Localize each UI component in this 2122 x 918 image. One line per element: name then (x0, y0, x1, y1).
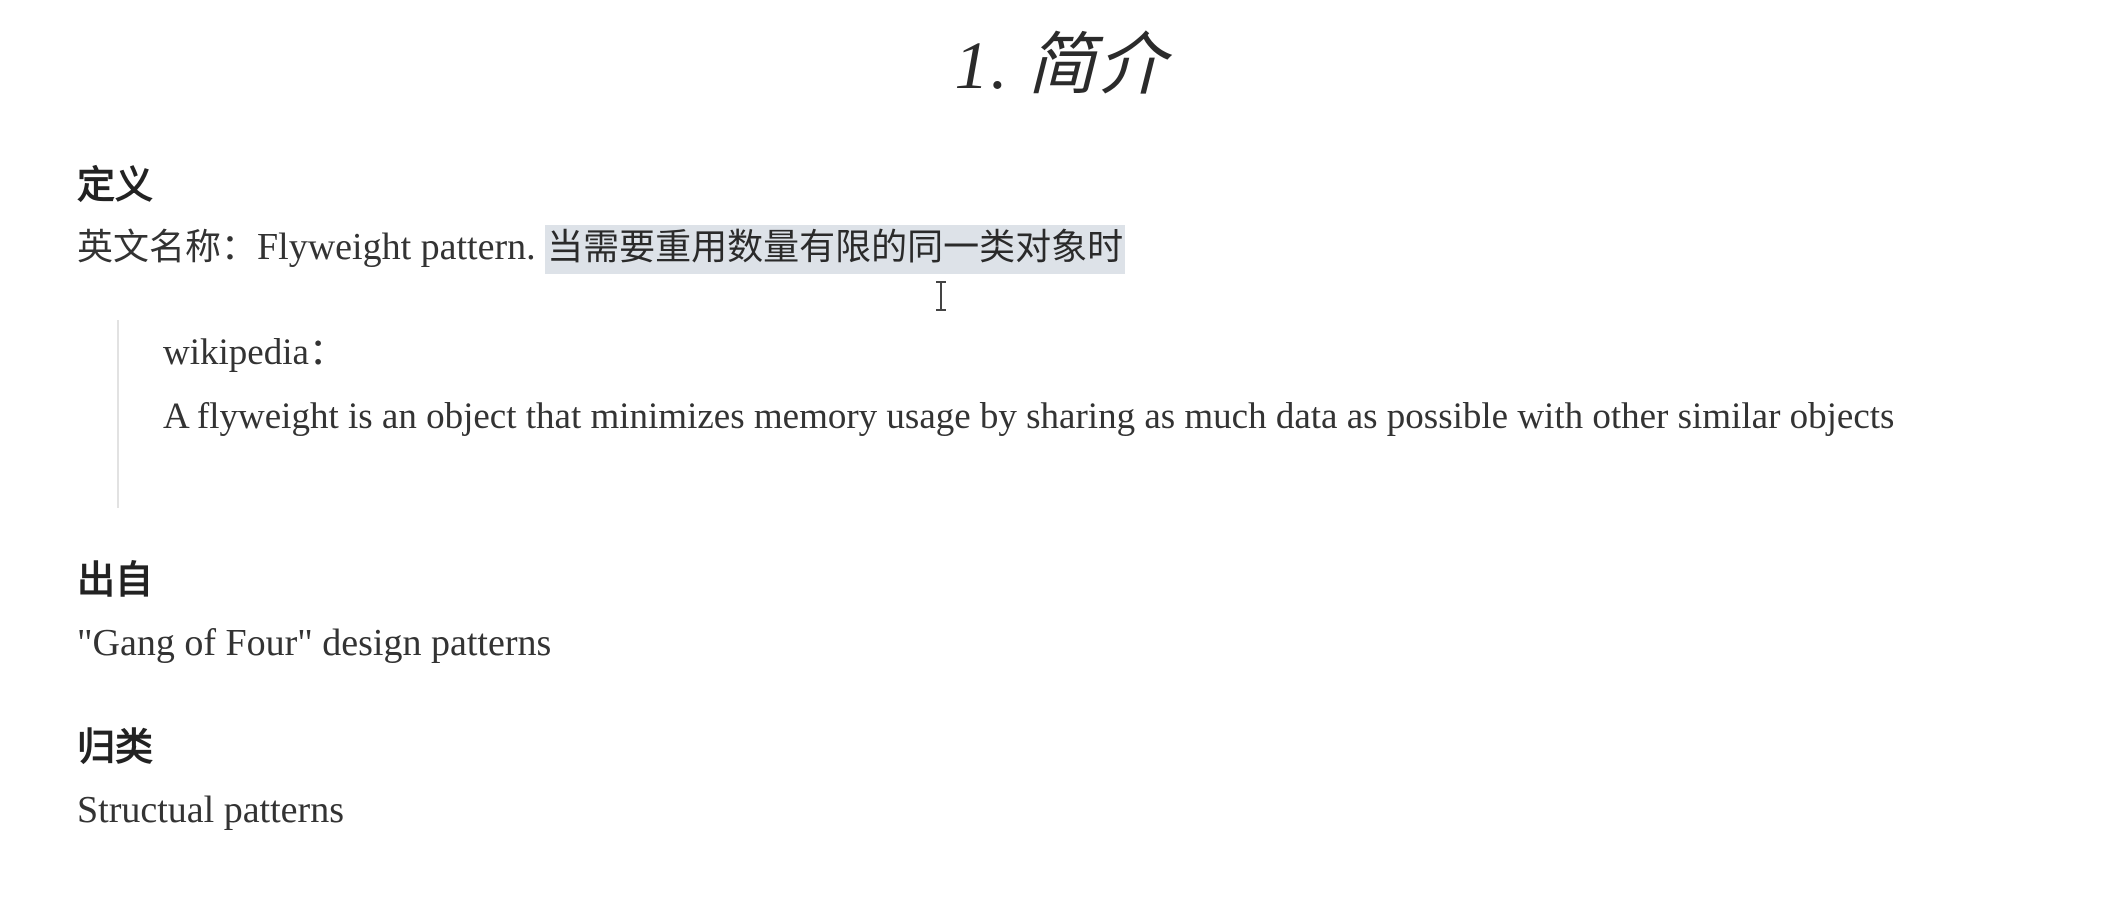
selected-text-highlight[interactable]: 当需要重用数量有限的同一类对象时 (545, 225, 1126, 274)
origin-text: "Gang of Four" design patterns (77, 622, 552, 664)
page-title: 1. 简介 (0, 22, 2122, 109)
quote-body: A flyweight is an object that minimizes … (163, 396, 1895, 437)
title-text: 简介 (1027, 26, 1168, 105)
quote-source: wikipedia： (163, 332, 346, 373)
definition-line[interactable]: 英文名称：Flyweight pattern. 当需要重用数量有限的同一类对象时 (77, 222, 1126, 274)
category-text: Structual patterns (77, 789, 344, 831)
text-cursor-icon (936, 281, 946, 311)
english-name-label: 英文名称： (77, 227, 258, 268)
english-name-value: Flyweight pattern. (257, 226, 536, 268)
origin-heading: 出自 (77, 558, 154, 602)
definition-heading: 定义 (77, 163, 154, 207)
document: 1. 简介 定义 英文名称：Flyweight pattern. 当需要重用数量有… (0, 0, 2122, 918)
blockquote: wikipedia： A flyweight is an object that… (117, 320, 2039, 508)
title-number: 1. (954, 27, 1010, 103)
category-heading: 归类 (77, 725, 154, 769)
